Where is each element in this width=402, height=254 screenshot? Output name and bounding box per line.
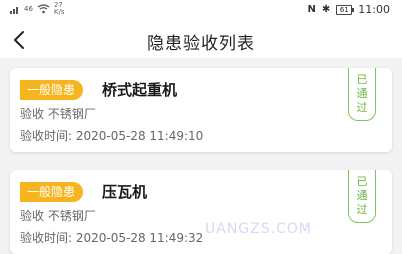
status-bar: 46 27 K/s N ✱ 61 11:00 [0,0,402,22]
hazard-card[interactable]: 一般隐患 桥式起重机 验收 不锈钢厂 验收时间: 2020-05-28 11:4… [10,68,392,152]
stamp-char: 已 [356,175,368,188]
signal-type: 46 [24,5,33,13]
acceptance-time: 验收时间: 2020-05-28 11:49:32 [20,231,204,245]
status-left: 46 27 K/s [10,2,65,16]
equipment-name: 桥式起重机 [102,81,178,99]
equipment-name: 压瓦机 [102,183,148,201]
acceptance-time: 验收时间: 2020-05-28 11:49:10 [20,129,204,143]
hazard-level-tag: 一般隐患 [20,80,84,100]
acceptance-dept: 验收 不锈钢厂 [20,107,96,121]
stamp-char: 过 [356,101,368,114]
hazard-card[interactable]: 一般隐患 压瓦机 验收 不锈钢厂 验收时间: 2020-05-28 11:49:… [10,170,392,254]
signal-icon [10,6,18,14]
wifi-icon [37,4,50,14]
stamp-char: 已 [356,73,368,86]
net-speed-unit: K/s [53,8,65,16]
page-title: 隐患验收列表 [147,34,255,54]
watermark: UANGZS.COM [205,221,312,237]
nav-bar: 隐患验收列表 [0,22,402,58]
status-right: N ✱ 61 11:00 [308,3,390,16]
stamp-char: 通 [356,87,368,100]
battery-icon: 61 [336,4,355,15]
hazard-level-tag: 一般隐患 [20,182,84,202]
bluetooth-icon: ✱ [321,4,331,15]
stamp-char: 通 [356,189,368,202]
stamp-char: 过 [356,203,368,216]
nfc-icon: N [307,4,316,15]
approved-stamp: 已 通 过 [348,170,376,223]
battery-level: 61 [339,5,349,14]
acceptance-dept: 验收 不锈钢厂 [20,209,96,223]
clock: 11:00 [358,3,390,16]
approved-stamp: 已 通 过 [348,68,376,121]
net-speed: 27 K/s [54,2,65,16]
